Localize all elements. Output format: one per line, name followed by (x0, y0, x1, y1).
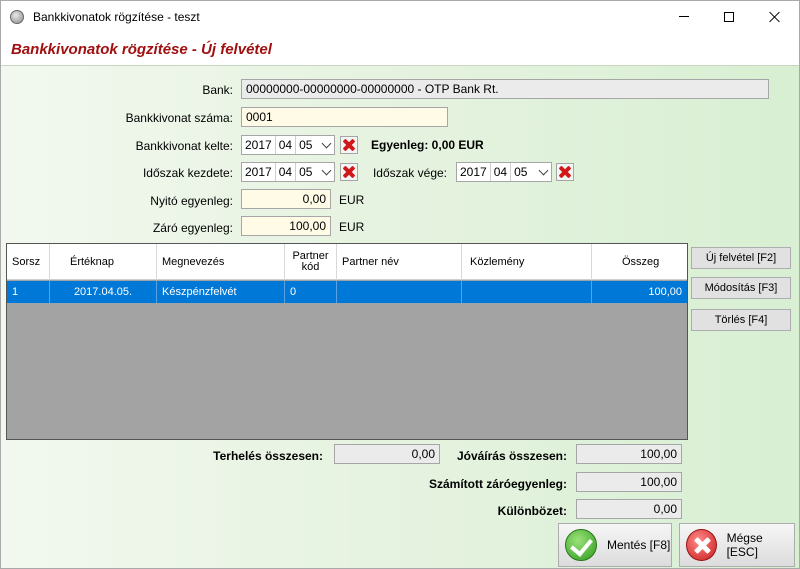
clear-period-end-button[interactable] (556, 163, 574, 181)
red-x-icon (559, 166, 571, 178)
opening-balance-label: Nyitó egyenleg: (150, 194, 233, 208)
column-header-sorsz[interactable]: Sorsz (7, 244, 50, 280)
edit-record-button[interactable]: Módosítás [F3] (691, 277, 791, 299)
cancel-x-icon (686, 529, 717, 561)
page-title: Bankkivonatok rögzítése - Új felvétel (11, 41, 272, 58)
main-window: Bankkivonatok rögzítése - teszt Bankkivo… (0, 0, 800, 569)
date-day[interactable]: 05 (296, 136, 315, 154)
maximize-icon (724, 11, 734, 22)
computed-closing-field: 100,00 (576, 472, 682, 492)
column-header-partner-kod[interactable]: Partner kód (285, 244, 337, 280)
transactions-grid[interactable]: Sorsz Értéknap Megnevezés Partner kód Pa… (6, 243, 688, 440)
date-dropdown-button[interactable] (535, 163, 551, 181)
closing-balance-unit: EUR (339, 220, 365, 234)
chevron-down-icon (538, 165, 548, 175)
statement-date-picker[interactable]: 2017 04 05 (241, 135, 335, 155)
checkmark-icon (565, 529, 597, 561)
column-header-erteknap[interactable]: Értéknap (50, 244, 157, 280)
date-month[interactable]: 04 (491, 163, 510, 181)
date-day[interactable]: 05 (296, 163, 315, 181)
date-year[interactable]: 2017 (457, 163, 490, 181)
red-x-icon (343, 139, 355, 151)
chevron-down-icon (321, 138, 331, 148)
table-row[interactable]: 1 2017.04.05. Készpénzfelvét 0 100,00 (7, 281, 687, 303)
closing-balance-label: Záró egyenleg: (152, 221, 233, 235)
debit-total-field: 0,00 (334, 444, 440, 464)
cancel-button[interactable]: Mégse [ESC] (679, 523, 795, 567)
cell-megnevezes: Készpénzfelvét (157, 281, 285, 303)
clear-period-start-button[interactable] (340, 163, 358, 181)
statement-number-label: Bankkivonat száma: (125, 111, 233, 125)
app-icon (10, 10, 24, 24)
credit-total-label: Jóváírás összesen: (456, 449, 567, 463)
difference-field: 0,00 (576, 499, 682, 519)
opening-balance-unit: EUR (339, 193, 365, 207)
save-button-label: Mentés [F8] (607, 538, 671, 552)
cell-osszeg: 100,00 (648, 286, 682, 298)
closing-balance-input[interactable]: 100,00 (241, 216, 331, 236)
date-dropdown-button[interactable] (318, 163, 334, 181)
minimize-button[interactable] (661, 1, 707, 32)
cell-sorsz: 1 (7, 281, 50, 303)
date-day[interactable]: 05 (511, 163, 530, 181)
column-header-kozlemeny[interactable]: Közlemény (462, 244, 592, 280)
close-icon (769, 11, 781, 23)
minimize-icon (679, 16, 689, 17)
balance-indicator: Egyenleg: 0,00 EUR (371, 138, 484, 152)
chevron-down-icon (321, 165, 331, 175)
column-header-partner-nev[interactable]: Partner név (337, 244, 462, 280)
difference-label: Különbözet: (497, 504, 567, 518)
period-end-picker[interactable]: 2017 04 05 (456, 162, 552, 182)
title-bar: Bankkivonatok rögzítése - teszt (1, 1, 799, 32)
red-x-icon (343, 166, 355, 178)
cell-erteknap: 2017.04.05. (50, 281, 157, 303)
credit-total-field: 100,00 (576, 444, 682, 464)
column-header-megnevezes[interactable]: Megnevezés (157, 244, 285, 280)
clear-statement-date-button[interactable] (340, 136, 358, 154)
cell-partner-kod: 0 (285, 281, 337, 303)
delete-record-button[interactable]: Törlés [F4] (691, 309, 791, 331)
opening-balance-input[interactable]: 0,00 (241, 189, 331, 209)
computed-closing-label: Számított záróegyenleg: (428, 477, 567, 491)
column-header-osszeg[interactable]: Összeg (592, 244, 687, 280)
cell-kozlemeny (462, 281, 592, 303)
save-button[interactable]: Mentés [F8] (558, 523, 672, 567)
window-title: Bankkivonatok rögzítése - teszt (33, 10, 200, 24)
debit-total-label: Terhelés összesen: (213, 449, 323, 463)
date-month[interactable]: 04 (276, 136, 295, 154)
period-end-label: Időszak vége: (372, 166, 447, 180)
form-header: Bankkivonatok rögzítése - Új felvétel (1, 32, 799, 66)
cell-partner-nev (337, 281, 462, 303)
grid-header: Sorsz Értéknap Megnevezés Partner kód Pa… (7, 244, 687, 280)
date-dropdown-button[interactable] (318, 136, 334, 154)
bank-label: Bank: (202, 83, 233, 97)
new-record-button[interactable]: Új felvétel [F2] (691, 247, 791, 269)
date-year[interactable]: 2017 (242, 163, 275, 181)
period-start-picker[interactable]: 2017 04 05 (241, 162, 335, 182)
date-year[interactable]: 2017 (242, 136, 275, 154)
cancel-button-label: Mégse [ESC] (726, 531, 763, 559)
period-start-label: Időszak kezdete: (142, 166, 233, 180)
statement-date-label: Bankkivonat kelte: (135, 139, 233, 153)
maximize-button[interactable] (706, 1, 752, 32)
bank-field[interactable]: 00000000-00000000-00000000 - OTP Bank Rt… (241, 79, 769, 99)
close-button[interactable] (752, 1, 798, 32)
date-month[interactable]: 04 (276, 163, 295, 181)
statement-number-input[interactable]: 0001 (241, 107, 448, 127)
